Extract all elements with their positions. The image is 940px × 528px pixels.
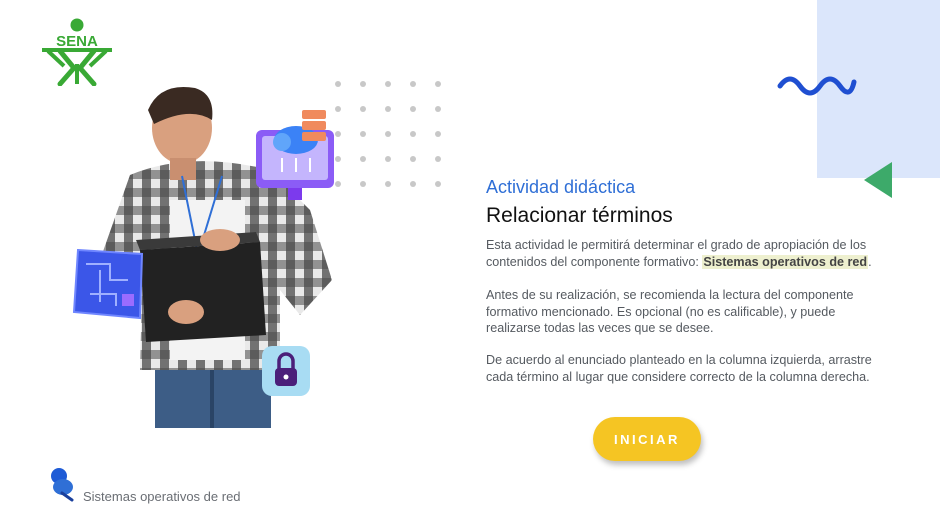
instructions-paragraph: De acuerdo al enunciado planteado en la …: [486, 353, 872, 384]
lock-icon: [262, 346, 310, 396]
pin-icon: [51, 468, 74, 502]
footer-component-name: Sistemas operativos de red: [83, 489, 241, 504]
cloud-network-icon: [256, 110, 334, 200]
triangle-decoration-icon: [864, 162, 892, 198]
logo-text: SENA: [56, 33, 98, 50]
circuit-board-icon: [72, 248, 144, 320]
person-with-hardware-illustration: [72, 86, 334, 428]
activity-subtitle: Actividad didáctica: [486, 177, 636, 197]
activity-title: Relacionar términos: [486, 204, 673, 227]
component-name-highlight: Sistemas operativos de red: [702, 254, 869, 269]
wave-decoration-icon: [777, 76, 857, 96]
intro-period: .: [868, 254, 872, 269]
sena-logo: SENA: [42, 18, 112, 86]
start-button[interactable]: INICIAR: [593, 417, 701, 461]
intro-paragraph: Esta actividad le permitirá determinar e…: [486, 237, 884, 270]
recommendation-paragraph: Antes de su realización, se recomienda l…: [486, 288, 854, 335]
